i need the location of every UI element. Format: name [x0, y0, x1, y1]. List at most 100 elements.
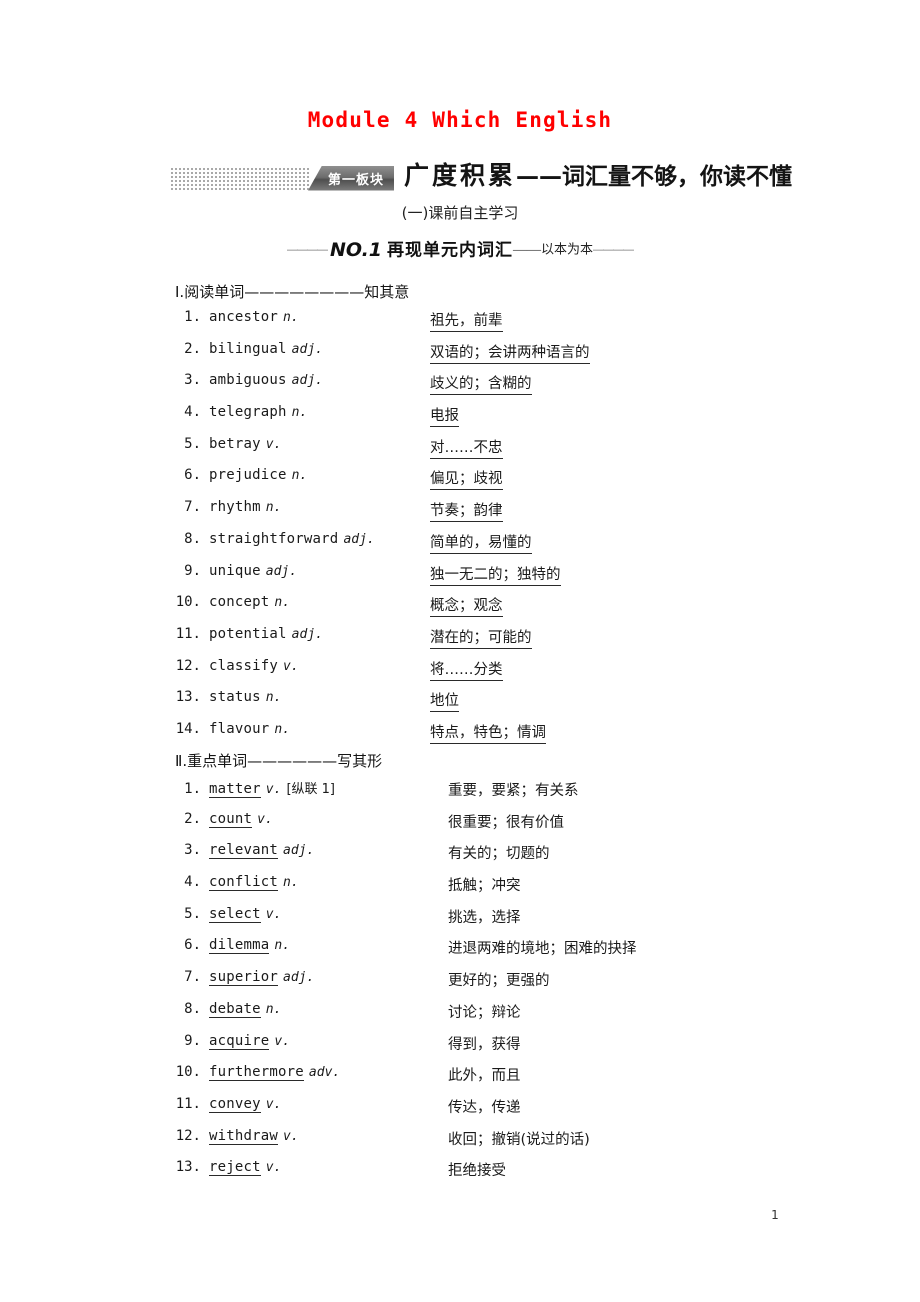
vocab-meaning: 简单的，易懂的 — [430, 531, 532, 554]
vocab-word: ambiguous — [209, 372, 287, 389]
vocab-meaning: 传达，传递 — [448, 1099, 521, 1116]
vocab-number: 5. — [184, 435, 201, 452]
vocab-meaning: 潜在的；可能的 — [430, 626, 532, 649]
section-title-key-words: Ⅱ.重点单词——————写其形 — [175, 752, 383, 770]
vocab-row: 10. furthermore adv. 此外，而且 — [175, 1063, 875, 1095]
block-badge: 第一板块 — [308, 165, 395, 191]
vocab-part-of-speech: adj. — [283, 843, 315, 859]
vocab-word: betray — [209, 435, 261, 452]
vocab-meaning: 有关的；切题的 — [448, 846, 550, 863]
vocab-number: 2. — [184, 810, 201, 827]
section-banner: 第一板块 广度积累——词汇量不够，你读不懂 — [0, 155, 920, 197]
vocab-row: 4. conflict n. 抵触；冲突 — [175, 873, 875, 905]
vocab-number: 6. — [184, 467, 201, 484]
vocab-row: 11. convey v. 传达，传递 — [175, 1095, 875, 1127]
vocab-number: 14. — [175, 720, 201, 737]
vocab-row: 1. ancestor n. 祖先，前辈 — [175, 308, 875, 340]
vocab-number: 3. — [184, 372, 201, 389]
vocab-part-of-speech: n. — [291, 405, 308, 421]
vocab-meaning: 收回；撤销(说过的话) — [448, 1131, 590, 1148]
vocab-part-of-speech: v. — [265, 1160, 282, 1176]
vocab-word: withdraw — [209, 1127, 279, 1145]
vocab-word: concept — [209, 594, 270, 611]
vocab-part-of-speech: v. — [283, 658, 299, 674]
vocab-row: 8. debate n. 讨论；辩论 — [175, 1000, 875, 1032]
vocab-number: 10. — [175, 594, 201, 611]
vocab-part-of-speech: v. — [283, 1128, 299, 1144]
vocab-meaning: 双语的；会讲两种语言的 — [430, 341, 590, 364]
vocab-row: 2. bilingual adj. 双语的；会讲两种语言的 — [175, 340, 875, 372]
vocab-part-of-speech: adj. — [291, 373, 323, 389]
vocab-number: 6. — [184, 937, 201, 954]
vocab-row: 13. reject v. 拒绝接受 — [175, 1158, 875, 1190]
no1-divider-line: ———— NO.1 再现单元内词汇——以本为本———— — [0, 238, 920, 262]
vocab-word: convey — [209, 1095, 261, 1113]
subheading: (一)课前自主学习 — [401, 204, 519, 222]
vocab-number: 1. — [184, 309, 201, 325]
vocab-part-of-speech: adj. — [291, 341, 323, 357]
vocab-part-of-speech: adj. — [343, 531, 375, 547]
vocab-meaning: 将……分类 — [430, 658, 503, 681]
vocab-word: unique — [209, 562, 261, 579]
vocab-meaning: 拒绝接受 — [448, 1163, 506, 1180]
vocab-word: straightforward — [209, 530, 339, 547]
vocab-number: 5. — [184, 905, 201, 922]
vocab-meaning: 重要，要紧；有关系 — [448, 783, 579, 799]
vocab-row: 13. status n. 地位 — [175, 688, 875, 720]
vocab-meaning: 独一无二的；独特的 — [430, 563, 561, 586]
vocab-meaning: 抵触；冲突 — [448, 878, 521, 895]
vocab-list-key-words: 1. matter v. [纵联 1] 重要，要紧；有关系 2. count v. 很重要；很有… — [175, 778, 875, 1190]
vocab-word: potential — [209, 625, 287, 642]
module-title: Module 4 Which English — [307, 108, 613, 132]
vocab-word: furthermore — [209, 1064, 304, 1082]
vocab-meaning: 讨论；辩论 — [448, 1004, 521, 1021]
banner-heading-tail: ——词汇量不够，你读不懂 — [516, 163, 793, 190]
vocab-part-of-speech: adv. — [308, 1065, 341, 1081]
vocab-number: 1. — [184, 781, 201, 797]
vocab-part-of-speech: n. — [265, 500, 282, 516]
vocab-word: relevant — [209, 842, 279, 860]
vocab-word: classify — [209, 657, 279, 674]
vocab-word: superior — [209, 969, 279, 987]
vocab-number: 12. — [175, 657, 201, 674]
vocab-part-of-speech: n. — [283, 310, 299, 325]
vocab-number: 2. — [184, 340, 201, 357]
vocab-list-reading-words: 1. ancestor n. 祖先，前辈 2. bilingual adj. 双语的；会讲两种… — [175, 308, 875, 752]
vocab-part-of-speech: v. — [274, 1033, 291, 1049]
vocab-number: 8. — [184, 1000, 201, 1017]
vocab-part-of-speech: adj. — [265, 563, 298, 579]
document-page: Module 4 Which English 第一板块 广度积累——词汇量不够，… — [0, 0, 920, 1302]
vocab-word: conflict — [209, 874, 279, 892]
vocab-number: 7. — [184, 969, 201, 986]
vocab-number: 11. — [175, 625, 201, 642]
vocab-row: 11. potential adj. 潜在的；可能的 — [175, 625, 875, 657]
vocab-meaning: 地位 — [430, 689, 459, 713]
page-number: 1 — [771, 1208, 779, 1222]
vocab-meaning: 偏见；歧视 — [430, 467, 503, 491]
vocab-row: 6. prejudice n. 偏见；歧视 — [175, 466, 875, 498]
vocab-row: 8. straightforward adj. 简单的，易懂的 — [175, 530, 875, 562]
vocab-meaning: 电报 — [430, 404, 459, 428]
no1-mdash: —— — [513, 242, 542, 258]
vocab-row: 9. acquire v. 得到，获得 — [175, 1032, 875, 1064]
section-title-reading-words: Ⅰ.阅读单词————————知其意 — [175, 283, 410, 301]
vocab-row: 12. classify v. 将……分类 — [175, 657, 875, 689]
vocab-row: 7. superior adj. 更好的；更强的 — [175, 968, 875, 1000]
vocab-meaning: 进退两难的境地；困难的抉择 — [448, 941, 637, 958]
vocab-part-of-speech: v. — [257, 811, 273, 827]
vocab-word: acquire — [209, 1032, 270, 1050]
vocab-part-of-speech: n. — [283, 875, 299, 891]
vocab-word: prejudice — [209, 467, 287, 484]
vocab-number: 8. — [184, 530, 201, 547]
banner-heading: 广度积累——词汇量不够，你读不懂 — [404, 155, 792, 198]
vocab-number: 7. — [184, 499, 201, 516]
no1-title: 再现单元内词汇 — [387, 240, 514, 261]
vocab-number: 10. — [175, 1064, 201, 1081]
vocab-meaning: 更好的；更强的 — [448, 973, 550, 990]
vocab-part-of-speech: v. — [265, 906, 282, 922]
vocab-word: select — [209, 905, 261, 923]
vocab-row: 14. flavour n. 特点，特色；情调 — [175, 720, 875, 752]
vocab-meaning: 挑选，选择 — [448, 909, 521, 926]
vocab-word: matter — [209, 781, 261, 798]
vocab-part-of-speech: n. — [274, 721, 291, 737]
